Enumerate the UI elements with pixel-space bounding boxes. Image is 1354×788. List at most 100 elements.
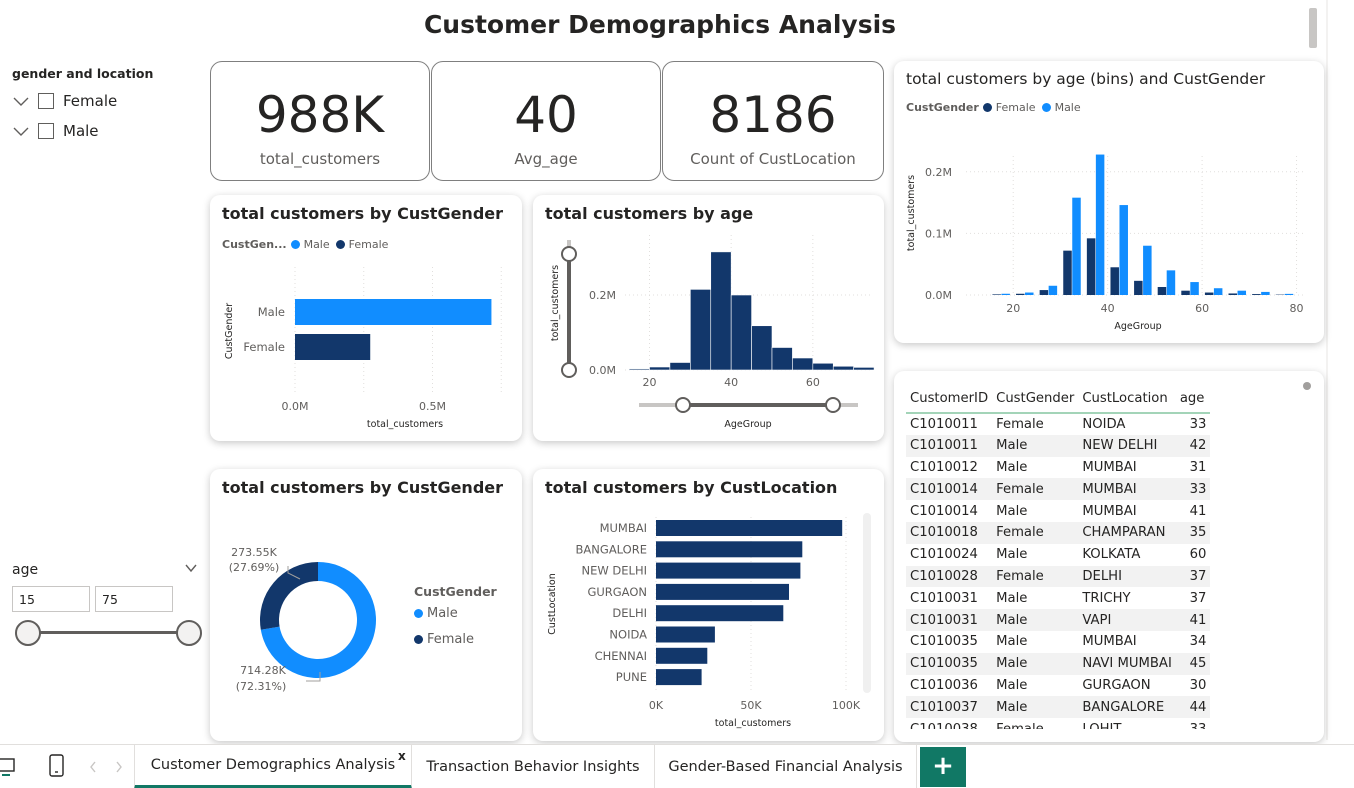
gender-bar-svg: Male Female 0.0M 0.5M total_customers CustGen… [224, 267, 502, 430]
bar-female [1134, 280, 1143, 295]
table-cell: Male [996, 503, 1028, 519]
x-zoom-handle-right [825, 397, 841, 413]
bar-female [1016, 293, 1025, 295]
table-cell: Male [996, 677, 1028, 693]
chevron-down-icon[interactable] [12, 94, 30, 108]
table-cell: 33 [1175, 478, 1211, 501]
table-cell: MUMBAI [1082, 634, 1137, 650]
table-cell: C1010012 [910, 459, 978, 475]
table-cell: C1010035 [906, 652, 993, 675]
tab-customer-demographics[interactable]: Customer Demographics Analysis [134, 745, 412, 788]
checkbox-female[interactable] [38, 93, 54, 109]
data-label-female-pct: (27.69%) [229, 561, 280, 574]
bar-male [1166, 270, 1176, 295]
age-slider-track[interactable] [28, 631, 190, 634]
bar-male [295, 299, 492, 325]
bar-female [1181, 290, 1190, 295]
table-cell: C1010031 [910, 590, 978, 606]
close-icon[interactable]: x [398, 749, 406, 763]
table-row[interactable]: C1010028 Female DELHI 37 [906, 565, 1211, 588]
table-cell: 42 [1175, 434, 1211, 457]
table-row[interactable]: C1010031 Male TRICHY 37 [906, 587, 1210, 609]
age-slider-max-handle[interactable] [176, 620, 202, 646]
chart-scrollbar[interactable] [863, 513, 871, 693]
desktop-view-icon[interactable] [0, 757, 16, 777]
legend-label-female: Female [427, 632, 475, 647]
bar-female [1039, 290, 1049, 295]
table-header-cell[interactable]: age [1175, 385, 1211, 414]
table-row[interactable]: C1010036 Male GURGAON 30 [906, 675, 1210, 697]
chart-age-bins-gender[interactable]: total customers by age (bins) and CustGe… [894, 61, 1324, 343]
x-tick-label: 20 [643, 376, 657, 389]
age-histogram-svg: 0.0M 0.2M 20 40 60 AgeGroup total_customers [550, 235, 875, 430]
table-cell: 37 [1189, 590, 1207, 606]
table-row[interactable]: C1010038FemaleLOHIT33 [906, 718, 1210, 729]
kpi-card-total-customers[interactable]: 988K total_customers [210, 61, 430, 181]
table-row[interactable]: C1010014 Female MUMBAI 33 [906, 478, 1211, 501]
customer-table-visual[interactable]: CustomerID CustGender CustLocation age C101… [894, 371, 1324, 742]
table-header-cell[interactable]: CustomerID [906, 385, 993, 414]
histogram-bar [812, 362, 834, 371]
location-bar-svg: MUMBAI BANGALORE NEW DELHI GURGAON DELHI NOID… [547, 517, 861, 729]
kpi-card-avg-age[interactable]: 40 Avg_age [431, 61, 661, 181]
table-row[interactable]: C1010035 Male MUMBAI 34 [906, 631, 1210, 653]
bar-female [1204, 292, 1214, 295]
checkbox-male[interactable] [38, 123, 54, 139]
kpi-label: total_customers [259, 150, 381, 168]
mobile-view-icon[interactable] [48, 753, 66, 779]
bar-male [1190, 282, 1199, 295]
chevron-right-icon[interactable] [114, 760, 124, 774]
slicer-item-male[interactable]: Male [12, 120, 99, 142]
table-cell: LOHIT [1078, 718, 1176, 729]
vertical-scroll-track[interactable] [1326, 0, 1328, 740]
table-cell: 60 [1189, 547, 1207, 563]
table-row[interactable]: C1010014 Male MUMBAI 41 [906, 500, 1210, 522]
x-axis-label: AgeGroup [1114, 321, 1161, 332]
chevron-left-icon[interactable] [88, 760, 98, 774]
category-label: GURGAON [587, 585, 647, 599]
category-label: PUNE [616, 670, 647, 684]
chart-gender-donut[interactable]: total customers by CustGender 273.55K (27… [210, 469, 522, 741]
table-row[interactable]: C1010035 Male NAVI MUMBAI 45 [906, 652, 1211, 675]
tab-gender-financial[interactable]: Gender-Based Financial Analysis [655, 745, 917, 788]
category-label: BANGALORE [576, 542, 647, 556]
legend-dot-female [414, 635, 423, 644]
age-max-input[interactable]: 75 [95, 586, 173, 612]
age-slider-min-handle[interactable] [15, 620, 41, 646]
table-row[interactable]: C1010011 Female NOIDA 33 [906, 413, 1210, 435]
table-header-cell[interactable]: CustLocation [1078, 385, 1176, 414]
y-axis-label: total_customers [550, 265, 561, 341]
table-row[interactable]: C1010024 Male KOLKATA 60 [906, 544, 1210, 566]
age-min-input[interactable]: 15 [12, 586, 90, 612]
table-row[interactable]: C1010018 Female CHAMPARAN 35 [906, 521, 1211, 544]
table-cell: 31 [1189, 459, 1207, 475]
tab-transaction-behavior[interactable]: Transaction Behavior Insights [412, 745, 655, 788]
table-row[interactable]: C1010037 Male BANGALORE 44 [906, 696, 1211, 719]
kpi-card-count-location[interactable]: 8186 Count of CustLocation [662, 61, 884, 181]
table-row[interactable]: C1010011 Male NEW DELHI 42 [906, 434, 1211, 457]
table-cell: Female [992, 521, 1079, 544]
x-tick-label: 50K [740, 699, 762, 712]
vertical-scrollbar[interactable] [1309, 8, 1317, 48]
table-header-cell[interactable]: CustGender [992, 385, 1079, 414]
table-cell: Male [996, 590, 1028, 606]
location-bar [656, 605, 784, 622]
table-cell: Male [992, 652, 1079, 675]
table-row[interactable]: C1010012 Male MUMBAI 31 [906, 457, 1210, 479]
chart-age-histogram[interactable]: total customers by age 0.0M 0.2M 20 40 60 Age… [533, 195, 884, 441]
chart-gender-bar[interactable]: total customers by CustGender CustGen...… [210, 195, 522, 441]
table-cell: C1010014 [910, 503, 978, 519]
slicer-item-female[interactable]: Female [12, 90, 117, 112]
add-page-button[interactable]: + [920, 747, 966, 787]
histogram-bar [751, 325, 773, 371]
chart-location-bar[interactable]: total customers by CustLocation MUMBAI BA… [533, 469, 884, 741]
chevron-down-icon[interactable] [184, 562, 198, 574]
bar-female [1252, 294, 1261, 295]
location-bar [656, 647, 708, 664]
table-cell: Male [992, 609, 1079, 631]
table-cell: Male [992, 696, 1079, 719]
chevron-down-icon[interactable] [12, 124, 30, 138]
table-cell: Female [996, 416, 1044, 432]
table-row[interactable]: C1010031 Male VAPI 41 [906, 609, 1211, 631]
donut-svg: 273.55K (27.69%) 714.28K (72.31%) [229, 546, 376, 693]
